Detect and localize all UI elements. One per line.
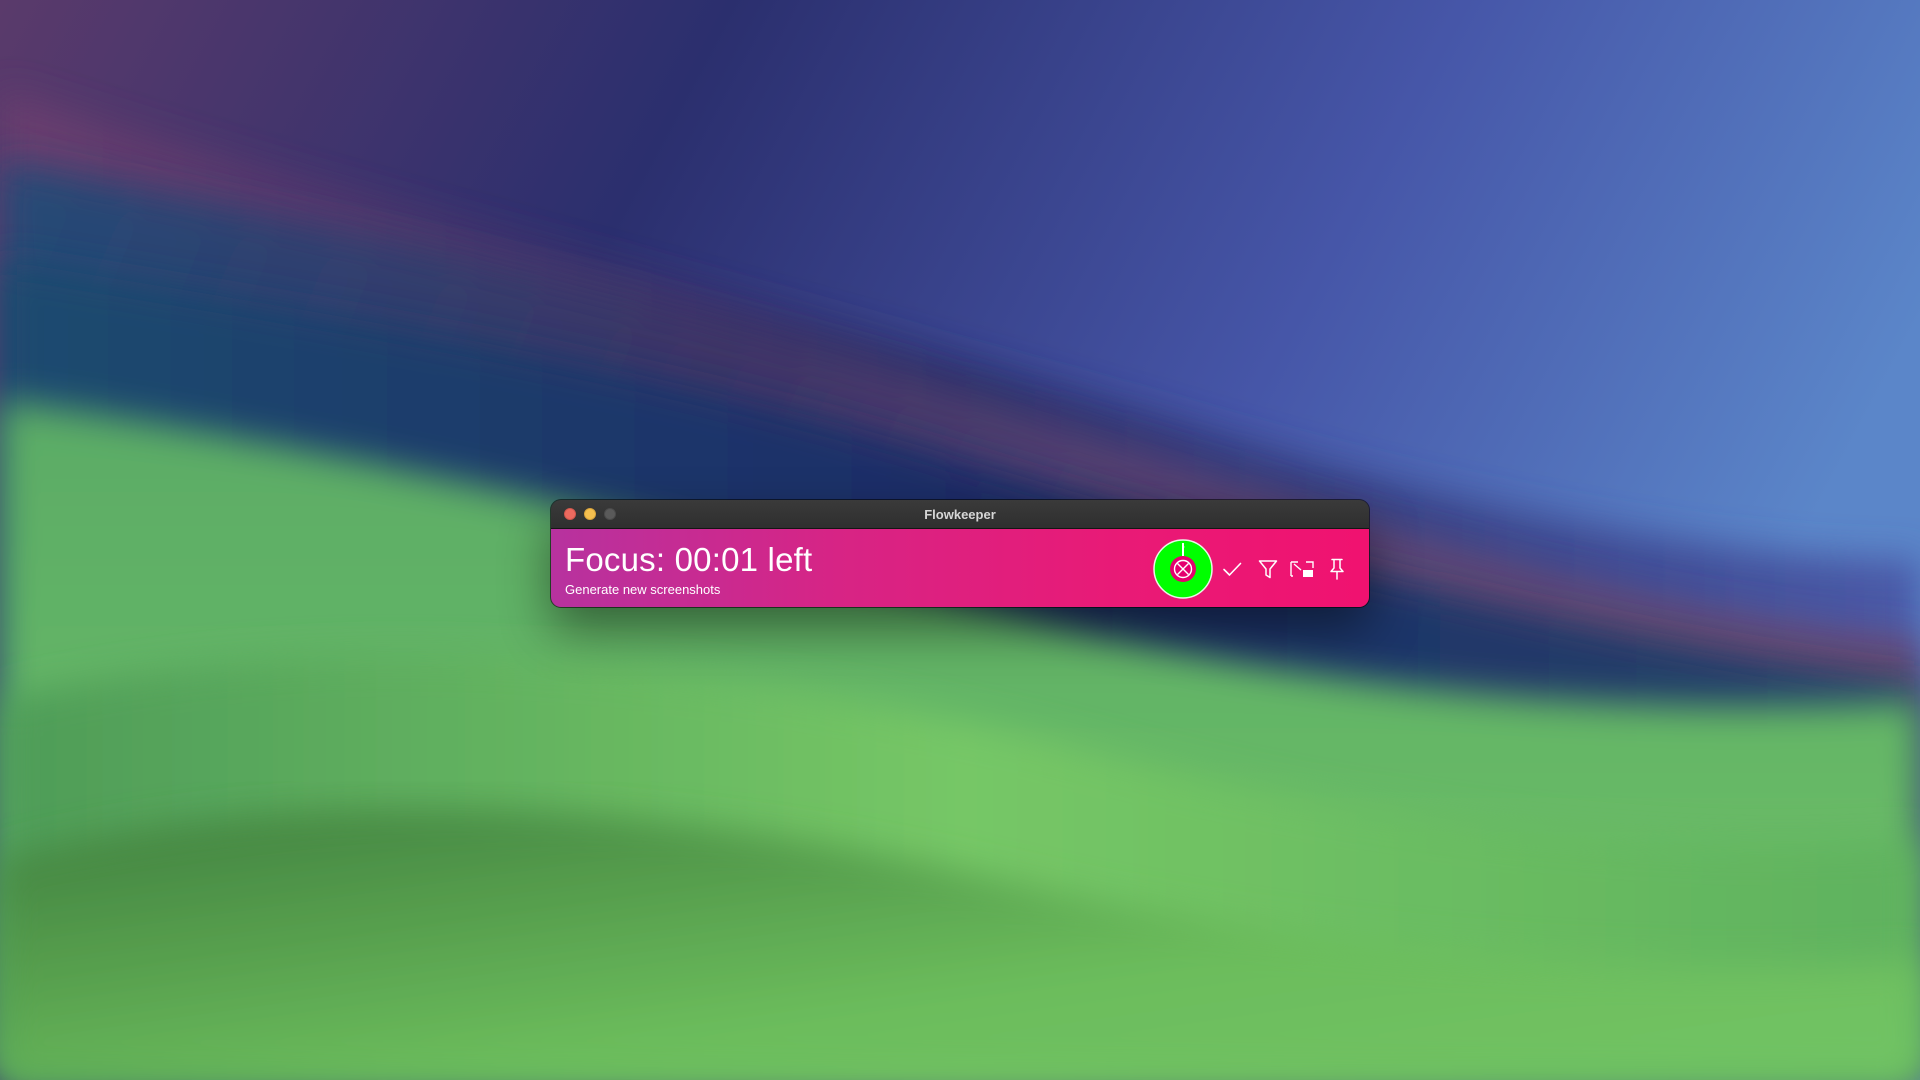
filter-button[interactable] xyxy=(1254,555,1282,583)
pin-button[interactable] xyxy=(1323,555,1351,583)
desktop: Flowkeeper Focus: 00:01 left Generate ne… xyxy=(0,0,1920,1080)
timer-ring-icon xyxy=(1153,539,1213,599)
flowkeeper-window: Flowkeeper Focus: 00:01 left Generate ne… xyxy=(551,500,1369,607)
focus-status-text: Focus: 00:01 left xyxy=(565,541,813,578)
check-icon xyxy=(1223,562,1242,576)
resize-window-button[interactable] xyxy=(1288,555,1316,583)
resize-icon xyxy=(1290,561,1314,577)
title-bar[interactable]: Flowkeeper xyxy=(551,500,1369,529)
complete-button[interactable] xyxy=(1218,555,1246,583)
focus-bar: Focus: 00:01 left Generate new screensho… xyxy=(551,529,1369,607)
window-title: Flowkeeper xyxy=(924,507,996,522)
filter-icon xyxy=(1258,560,1278,579)
pin-icon xyxy=(1330,558,1344,580)
timer-void-button[interactable] xyxy=(1153,539,1213,599)
work-item-title: Generate new screenshots xyxy=(565,582,721,597)
